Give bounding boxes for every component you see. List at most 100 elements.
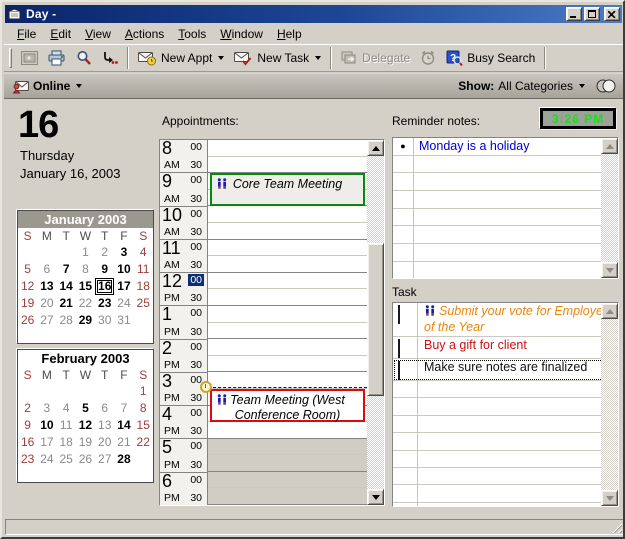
task-row[interactable]: Submit your vote for Employee of the Yea… [393,303,618,337]
calendar-day-12[interactable]: 12 [18,278,37,295]
calendar-day-23[interactable]: 23 [95,295,114,312]
resize-grip-icon[interactable] [610,521,622,533]
calendar-day-9[interactable]: 9 [95,261,114,278]
calendar-day-28[interactable]: 28 [114,451,133,468]
busy-search-button[interactable]: ? Busy Search [441,46,540,70]
new-appt-dropdown-icon[interactable] [218,56,225,60]
scroll-down-button[interactable] [601,262,618,278]
search-button[interactable] [71,46,97,70]
calendar-day-7[interactable]: 7 [57,261,76,278]
calendar-day-8[interactable]: 8 [134,400,153,417]
menu-edit[interactable]: Edit [43,25,78,43]
hour-2pm[interactable]: 2 PM 00 30 [160,339,207,373]
calendar-day-22[interactable]: 22 [76,295,95,312]
appointment-event[interactable]: Team Meeting (West Conference Room) [210,388,365,423]
task-row-empty[interactable] [393,485,618,503]
calendar-day-21[interactable]: 21 [57,295,76,312]
task-row-empty[interactable] [393,381,618,399]
minute-label-30[interactable]: 30 [190,226,202,238]
calendar-day-7[interactable]: 7 [114,400,133,417]
online-selector[interactable]: Online [12,79,83,94]
new-appt-button[interactable]: New Appt [133,46,229,70]
calendar-day-24[interactable]: 24 [114,295,133,312]
minute-label-00[interactable]: 00 [190,141,202,153]
task-row[interactable]: Buy a gift for client [393,337,618,359]
calendar-day-13[interactable]: 13 [37,278,56,295]
minimize-button[interactable] [566,7,582,21]
minute-label-30[interactable]: 30 [190,425,202,437]
calendar-day-18[interactable]: 18 [134,278,153,295]
calendar-day-5[interactable]: 5 [18,261,37,278]
appointments-scrollbar[interactable] [367,140,384,505]
minute-label-30[interactable]: 30 [190,326,202,338]
time-slot[interactable] [208,488,367,506]
calendar-day-14[interactable]: 14 [114,417,133,434]
calendar-day-25[interactable]: 25 [57,451,76,468]
hour-5pm[interactable]: 5 PM 00 30 [160,438,207,473]
calendar-day-17[interactable]: 17 [114,278,133,295]
calendar-day-28[interactable]: 28 [57,312,76,329]
note-row[interactable] [393,191,618,209]
calendar-day-5[interactable]: 5 [76,400,95,417]
calendar-day-10[interactable]: 10 [114,261,133,278]
hour-4pm[interactable]: 4 PM 00 30 [160,405,207,440]
note-row[interactable] [393,156,618,174]
calendar-day-19[interactable]: 19 [18,295,37,312]
minute-label-00[interactable]: 00 [190,307,202,319]
time-slot[interactable] [208,289,367,306]
minute-label-30[interactable]: 30 [190,359,202,371]
minute-label-00[interactable]: 00 [190,241,202,253]
calendar-day-1[interactable]: 1 [134,383,153,400]
minute-label-30[interactable]: 30 [190,459,202,471]
calendar-day-27[interactable]: 27 [95,451,114,468]
note-row[interactable]: ● Monday is a holiday [393,138,618,156]
calendar-day-17[interactable]: 17 [37,434,56,451]
calendar-day-26[interactable]: 26 [76,451,95,468]
task-row[interactable]: Make sure notes are finalized [393,359,618,381]
minute-label-00[interactable]: 00 [190,407,202,419]
calendar-day-16[interactable]: 16 [95,278,115,295]
calendar-day-15[interactable]: 15 [134,417,153,434]
time-slot[interactable] [208,157,367,174]
menu-view[interactable]: View [78,25,118,43]
calendar-day-29[interactable]: 29 [76,312,95,329]
time-slot[interactable] [208,240,367,257]
note-row[interactable] [393,209,618,227]
note-row[interactable] [393,226,618,245]
calendar-day-13[interactable]: 13 [95,417,114,434]
minute-label-30[interactable]: 30 [190,193,202,205]
hour-11am[interactable]: 11 AM 00 30 [160,239,207,274]
maximize-button[interactable] [584,7,600,21]
minute-label-00[interactable]: 00 [190,474,202,486]
calendar-day-15[interactable]: 15 [76,278,95,295]
scroll-up-button[interactable] [367,140,384,156]
calendar-day-6[interactable]: 6 [95,400,114,417]
hour-12pm[interactable]: 12 PM 00 30 [160,272,207,307]
minute-label-30[interactable]: 30 [190,292,202,304]
time-slot[interactable] [208,256,367,273]
time-slot[interactable] [208,206,367,223]
calendar-day-6[interactable]: 6 [37,261,56,278]
time-slot[interactable] [208,422,367,439]
time-slot[interactable] [208,471,367,489]
minute-label-00[interactable]: 00 [190,341,202,353]
notes-scrollbar[interactable] [601,138,618,278]
calendar-day-11[interactable]: 11 [134,261,153,278]
calendar-day-1[interactable]: 1 [76,244,95,261]
calendar-day-4[interactable]: 4 [134,244,153,261]
calendar-day-16[interactable]: 16 [18,434,37,451]
calendar-day-3[interactable]: 3 [37,400,56,417]
task-row-empty[interactable] [393,433,618,451]
minute-label-30[interactable]: 30 [190,159,202,171]
minute-label-30[interactable]: 30 [190,259,202,271]
task-row-empty[interactable] [393,451,618,468]
calendar-day-9[interactable]: 9 [18,417,37,434]
menu-actions[interactable]: Actions [118,25,171,43]
calendar-day-4[interactable]: 4 [57,400,76,417]
scroll-up-button[interactable] [601,303,618,319]
time-slot[interactable] [208,323,367,340]
scroll-down-button[interactable] [367,489,384,505]
task-scrollbar[interactable] [601,303,618,506]
calendar-day-2[interactable]: 2 [18,400,37,417]
calendar-day-11[interactable]: 11 [57,417,76,434]
